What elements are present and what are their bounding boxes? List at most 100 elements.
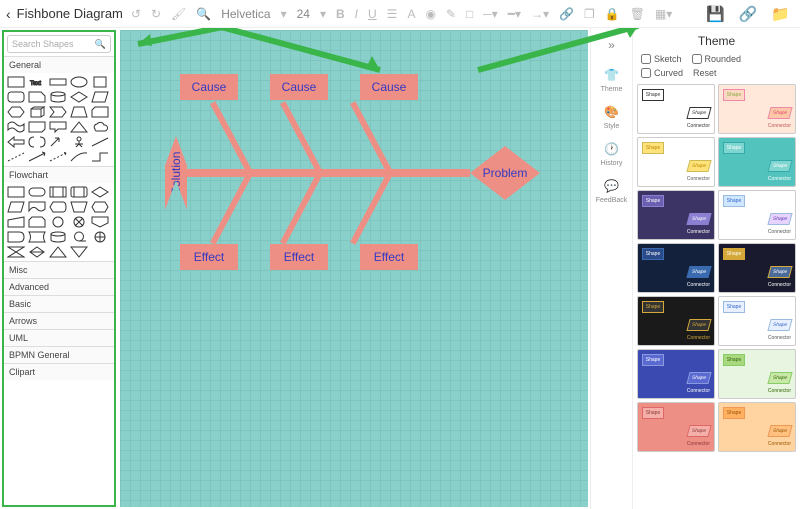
- rib[interactable]: [210, 101, 252, 173]
- shape-cloud[interactable]: [90, 120, 110, 134]
- theme-swatch[interactable]: ShapeShapeConnector: [637, 243, 715, 293]
- delete-icon[interactable]: 🗑: [628, 7, 647, 21]
- shape-textbox[interactable]: [48, 75, 68, 89]
- cat-misc[interactable]: Misc: [4, 261, 114, 278]
- rib[interactable]: [280, 173, 322, 245]
- line-color-icon[interactable]: □: [464, 7, 475, 21]
- shape-step[interactable]: [48, 105, 68, 119]
- shape-actor[interactable]: [69, 135, 89, 149]
- line-style-icon[interactable]: ─▾: [481, 7, 500, 21]
- canvas[interactable]: Solution Problem Cause Cause Cause Effec…: [120, 30, 588, 507]
- rib[interactable]: [350, 101, 392, 173]
- fc-data[interactable]: [6, 200, 26, 214]
- fc-tape[interactable]: [69, 230, 89, 244]
- fc-terminator[interactable]: [27, 185, 47, 199]
- theme-swatch[interactable]: ShapeShapeConnector: [718, 190, 796, 240]
- shape-dash[interactable]: [6, 150, 26, 164]
- theme-swatch[interactable]: ShapeShapeConnector: [637, 296, 715, 346]
- font-dropdown-icon[interactable]: ▾: [279, 7, 289, 21]
- search-input[interactable]: Search Shapes🔍: [7, 35, 111, 53]
- folder-icon[interactable]: 📁: [767, 5, 794, 23]
- effect-box[interactable]: Effect: [180, 244, 238, 270]
- shape-doc[interactable]: [27, 90, 47, 104]
- problem-box[interactable]: Problem: [470, 146, 540, 200]
- shape-line[interactable]: [90, 135, 110, 149]
- fc-sum[interactable]: [69, 215, 89, 229]
- shape-arrow-ne[interactable]: [48, 135, 68, 149]
- shape-conn[interactable]: [48, 150, 68, 164]
- redo-icon[interactable]: ↻: [149, 7, 163, 21]
- grid-icon[interactable]: ▦▾: [653, 7, 674, 21]
- fc-input[interactable]: [6, 215, 26, 229]
- pencil-icon[interactable]: ✎: [444, 7, 458, 21]
- bold-icon[interactable]: B: [334, 7, 347, 21]
- fc-predef2[interactable]: [69, 185, 89, 199]
- shape-bracket[interactable]: [27, 135, 47, 149]
- fc-display[interactable]: [48, 200, 68, 214]
- save-icon[interactable]: 💾: [702, 5, 729, 23]
- theme-swatch[interactable]: ShapeShapeConnector: [718, 349, 796, 399]
- fc-manual[interactable]: [69, 200, 89, 214]
- theme-swatch[interactable]: ShapeShapeConnector: [637, 84, 715, 134]
- theme-swatch[interactable]: ShapeShapeConnector: [637, 402, 715, 452]
- shape-curve[interactable]: [69, 150, 89, 164]
- rib[interactable]: [350, 173, 392, 245]
- theme-swatch[interactable]: ShapeShapeConnector: [637, 190, 715, 240]
- copy-icon[interactable]: ❐: [582, 7, 597, 21]
- shape-elbow[interactable]: [90, 150, 110, 164]
- font-size[interactable]: 24: [295, 7, 312, 21]
- shape-parallel[interactable]: [90, 90, 110, 104]
- fc-predef[interactable]: [48, 185, 68, 199]
- fc-off[interactable]: [90, 215, 110, 229]
- fc-db[interactable]: [48, 230, 68, 244]
- lock-icon[interactable]: 🔒: [603, 7, 622, 21]
- opt-rounded[interactable]: Rounded: [692, 54, 742, 64]
- fc-prep[interactable]: [90, 200, 110, 214]
- share-icon[interactable]: 🔗: [735, 5, 762, 23]
- fill-icon[interactable]: ◉: [423, 7, 437, 21]
- effect-box[interactable]: Effect: [360, 244, 418, 270]
- theme-swatch[interactable]: ShapeShapeConnector: [718, 137, 796, 187]
- cause-box[interactable]: Cause: [180, 74, 238, 100]
- theme-swatch[interactable]: ShapeShapeConnector: [718, 84, 796, 134]
- arrow-style-icon[interactable]: →▾: [529, 7, 551, 21]
- cat-flowchart[interactable]: Flowchart: [4, 166, 114, 183]
- tab-feedback[interactable]: 💬FeedBack: [596, 177, 628, 204]
- paint-icon[interactable]: 🖌: [169, 7, 188, 21]
- cat-uml[interactable]: UML: [4, 329, 114, 346]
- shape-cylinder[interactable]: [48, 90, 68, 104]
- shape-arrow-line[interactable]: [27, 150, 47, 164]
- fc-extract[interactable]: [48, 245, 68, 259]
- theme-swatch[interactable]: ShapeShapeConnector: [718, 402, 796, 452]
- theme-swatch[interactable]: ShapeShapeConnector: [637, 349, 715, 399]
- font-select[interactable]: Helvetica: [219, 7, 272, 21]
- rib[interactable]: [210, 173, 252, 245]
- shape-rect[interactable]: [6, 75, 26, 89]
- fc-loop[interactable]: [27, 215, 47, 229]
- theme-swatch[interactable]: ShapeShapeConnector: [637, 137, 715, 187]
- size-dropdown-icon[interactable]: ▾: [318, 7, 328, 21]
- fc-merge[interactable]: [69, 245, 89, 259]
- shape-cube[interactable]: [27, 105, 47, 119]
- shape-rounded[interactable]: [6, 90, 26, 104]
- theme-swatch[interactable]: ShapeShapeConnector: [718, 296, 796, 346]
- rib[interactable]: [280, 101, 322, 173]
- shape-card[interactable]: [90, 105, 110, 119]
- cat-advanced[interactable]: Advanced: [4, 278, 114, 295]
- cause-box[interactable]: Cause: [360, 74, 418, 100]
- cause-box[interactable]: Cause: [270, 74, 328, 100]
- fc-connector[interactable]: [48, 215, 68, 229]
- shape-tape[interactable]: [6, 120, 26, 134]
- shape-square[interactable]: [90, 75, 110, 89]
- collapse-icon[interactable]: »: [608, 38, 615, 52]
- undo-icon[interactable]: ↺: [129, 7, 143, 21]
- fc-delay[interactable]: [6, 230, 26, 244]
- italic-icon[interactable]: I: [353, 7, 360, 21]
- fishbone-spine[interactable]: [187, 169, 470, 177]
- tab-style[interactable]: 🎨Style: [603, 103, 621, 130]
- fc-process[interactable]: [6, 185, 26, 199]
- shape-ellipse[interactable]: [69, 75, 89, 89]
- cat-clipart[interactable]: Clipart: [4, 363, 114, 380]
- align-icon[interactable]: ☰: [385, 7, 400, 21]
- fc-collate[interactable]: [6, 245, 26, 259]
